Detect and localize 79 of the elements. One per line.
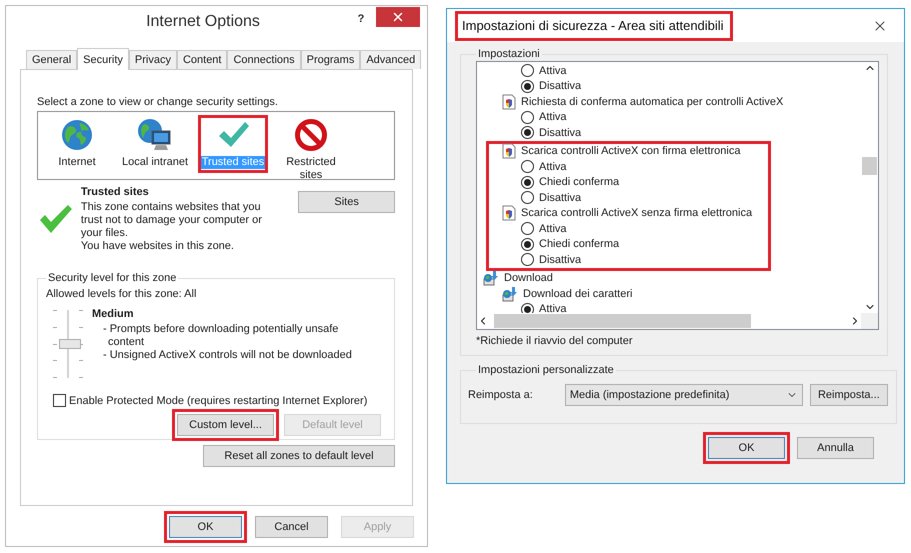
radio-button[interactable] [521,110,534,124]
reset-zones-button[interactable]: Reset all zones to default level [203,445,395,467]
tab[interactable]: Privacy [128,50,177,69]
sites-button[interactable]: Sites [298,191,396,213]
level-dropdown[interactable]: Media (impostazione predefinita) [564,384,803,406]
radio-button[interactable] [521,176,534,189]
check-icon [39,204,73,234]
zone-item[interactable]: Local intranet [120,156,190,169]
shield-document-icon [502,94,516,110]
scrollbar-corner [861,313,878,329]
setting-label: Richiesta di conferma automatica per controlli ActiveX [521,96,784,108]
allowed-levels: Allowed levels for this zone: All [46,288,198,300]
option-label: Disattiva [539,254,582,266]
field-label: Reimposta a: [468,389,533,401]
reset-button[interactable]: Reimposta... [810,384,888,406]
window-title: Impostazioni di sicurezza - Area siti attendibili [455,11,733,41]
shield-document-icon [502,143,516,160]
option-label: Disattiva [539,80,582,92]
radio-button[interactable] [521,64,534,78]
globe-icon [60,118,94,152]
tab[interactable]: Content [176,50,228,69]
dialog-button[interactable]: OK [708,437,785,459]
close-button[interactable] [376,7,420,27]
radio-button[interactable] [521,126,534,140]
radio-button[interactable] [521,238,534,251]
close-icon [391,10,405,24]
option-label: Disattiva [539,126,582,139]
checkbox-label: Enable Protected Mode (requires restarting Internet Explorer) [69,394,368,406]
tab[interactable]: Security [77,48,129,70]
help-button[interactable]: ? [346,8,376,30]
radio-button[interactable] [521,80,534,93]
group-legend: Impostazioni personalizzate [476,364,616,376]
option-label: Attiva [539,222,567,235]
option-label: Chiedi conferma [539,238,620,250]
option-label: Disattiva [539,192,582,204]
radio-button[interactable] [521,222,534,236]
tab[interactable]: Connections [227,50,301,69]
level-name: Medium [92,308,135,321]
level-button[interactable]: Custom level... [177,414,274,436]
radio-button[interactable] [521,160,534,174]
tab[interactable]: Advanced [360,50,422,69]
level-description: - Prompts before downloading potentially unsafe content [102,323,340,349]
scrollbar-thumb[interactable] [494,314,751,328]
footnote: *Richiede il riavvio del computer [476,335,634,347]
dialog-button[interactable]: Annulla [797,437,874,459]
radio-button[interactable] [521,253,534,266]
globe-computer-icon [136,118,173,152]
tab[interactable]: Programs [300,50,360,69]
setting-label: Scarica controlli ActiveX senza firma elettronica [521,207,752,220]
zone-prompt: Select a zone to view or change security settings. [37,96,279,108]
scrollbar-thumb[interactable] [862,157,877,175]
radio-button[interactable] [521,302,534,313]
dialog-button[interactable]: OK [169,516,242,538]
slider-thumb[interactable] [59,339,81,349]
level-description: - Unsigned ActiveX controls will not be downloaded [102,349,352,362]
dialog-button[interactable]: Cancel [255,516,328,538]
zone-title: Trusted sites [80,186,150,199]
shield-document-icon [502,205,516,222]
download-icon [502,286,518,302]
category-label: Download dei caratteri [523,288,632,300]
zone-description: This zone contains websites that you trust not to damage your computer or your files. [80,201,263,240]
zone-item[interactable]: Internet [57,156,97,169]
option-label: Chiedi conferma [539,176,620,188]
checkbox[interactable] [53,394,66,407]
option-label: Attiva [539,64,567,77]
option-label: Attiva [539,160,567,173]
setting-label: Scarica controlli ActiveX con firma elettronica [521,145,740,158]
zone-note: You have websites in this zone. [80,240,235,253]
group-legend: Security level for this zone [46,272,178,284]
option-label: Attiva [539,111,567,124]
download-icon [483,270,499,286]
window-title: Internet Options [145,12,261,31]
radio-button[interactable] [521,191,534,204]
zone-item[interactable]: Restricted sites [275,156,347,182]
tab[interactable]: General [26,50,78,69]
group-legend: Impostazioni [476,48,542,60]
option-label: Attiva [539,303,567,313]
category-label: Download [504,272,553,284]
no-entry-icon [294,118,328,152]
